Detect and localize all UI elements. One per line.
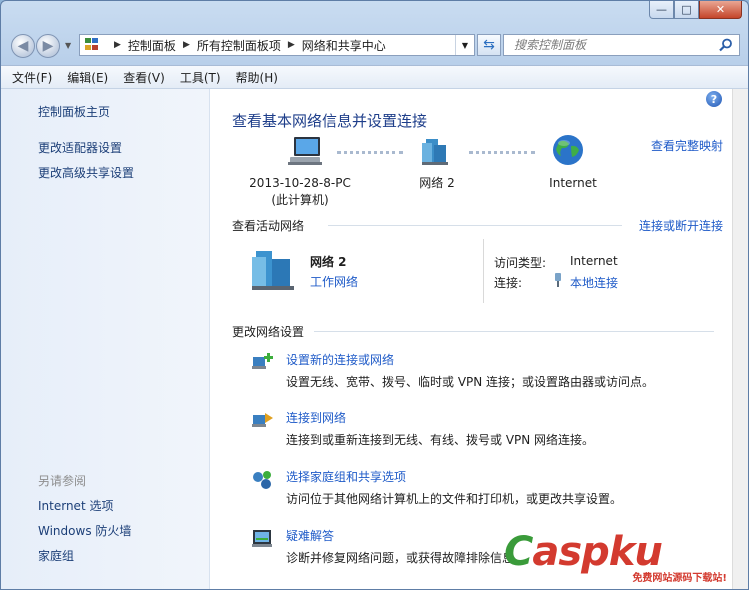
access-type-value: Internet — [570, 254, 618, 268]
view-full-map-link[interactable]: 查看完整映射 — [651, 137, 723, 154]
search-icon[interactable] — [718, 37, 734, 53]
network-location-link[interactable]: 工作网络 — [310, 273, 358, 290]
forward-button[interactable]: ▶ — [36, 34, 60, 58]
menu-view[interactable]: 查看(V) — [123, 69, 165, 86]
computer-icon — [288, 137, 322, 165]
navigation-bar: ◀ ▶ ▼ ▶ 控制面板 ▶ 所有控制面板项 ▶ 网络和共享中心 ▼ ⇆ 搜索控… — [9, 32, 740, 60]
task-homegroup-link[interactable]: 选择家庭组和共享选项 — [286, 468, 406, 485]
close-button[interactable]: ✕ — [699, 1, 742, 19]
arrow-left-icon: ◀ — [17, 38, 29, 54]
search-box — [503, 34, 740, 56]
connect-network-icon — [252, 413, 273, 427]
map-computer-label: 2013-10-28-8-PC (此计算机) — [242, 175, 358, 209]
new-connection-icon — [252, 353, 273, 369]
breadcrumb-control-panel[interactable]: 控制面板 — [128, 37, 176, 54]
sidebar-link-advanced-sharing[interactable]: 更改高级共享设置 — [38, 164, 134, 181]
chevron-right-icon[interactable]: ▶ — [183, 40, 190, 50]
computer-name: 2013-10-28-8-PC — [249, 176, 351, 190]
search-input[interactable] — [512, 37, 716, 53]
troubleshoot-icon — [252, 530, 272, 547]
task-setup-connection-desc: 设置无线、宽带、拨号、临时或 VPN 连接；或设置路由器或访问点。 — [286, 375, 655, 389]
address-bar[interactable]: ▶ 控制面板 ▶ 所有控制面板项 ▶ 网络和共享中心 ▼ — [79, 34, 475, 56]
menu-bar: 文件(F) 编辑(E) 查看(V) 工具(T) 帮助(H) — [1, 65, 748, 89]
breadcrumb-network-center[interactable]: 网络和共享中心 — [302, 37, 386, 54]
vertical-scrollbar[interactable] — [732, 89, 748, 589]
see-also-firewall[interactable]: Windows 防火墙 — [38, 522, 131, 539]
internet-globe-icon — [553, 135, 583, 165]
network-icon — [422, 139, 448, 165]
chevron-right-icon[interactable]: ▶ — [288, 40, 295, 50]
map-connector — [337, 151, 403, 154]
sidebar-link-adapter[interactable]: 更改适配器设置 — [38, 139, 122, 156]
change-settings-heading: 更改网络设置 — [232, 325, 305, 339]
task-connect-network-desc: 连接到或重新连接到无线、有线、拨号或 VPN 网络连接。 — [286, 433, 595, 447]
back-button[interactable]: ◀ — [11, 34, 35, 58]
address-history-dropdown[interactable]: ▼ — [455, 35, 474, 55]
watermark-subtext: 免费网站源码下载站! — [632, 573, 727, 584]
sidebar-link-home[interactable]: 控制面板主页 — [38, 103, 110, 120]
active-network-name: 网络 2 — [310, 255, 347, 269]
help-icon: ? — [706, 91, 722, 107]
map-network-label: 网络 2 — [419, 176, 455, 190]
local-connection-link[interactable]: 本地连接 — [570, 274, 618, 291]
page-title: 查看基本网络信息并设置连接 — [232, 112, 428, 130]
task-connect-network-link[interactable]: 连接到网络 — [286, 409, 346, 426]
refresh-icon: ⇆ — [483, 37, 495, 53]
maximize-button[interactable]: □ — [674, 1, 699, 19]
main-content: 查看基本网络信息并设置连接 查看完整映射 2013-10-28-8-PC (此计… — [210, 89, 733, 589]
task-setup-connection-link[interactable]: 设置新的连接或网络 — [286, 351, 394, 368]
help-button[interactable]: ? — [706, 91, 722, 107]
site-watermark: Caspku 免费网站源码下载站! — [498, 527, 733, 589]
breadcrumb: ▶ 控制面板 ▶ 所有控制面板项 ▶ 网络和共享中心 — [107, 37, 386, 54]
homegroup-icon — [253, 471, 271, 489]
ethernet-icon — [555, 273, 561, 287]
computer-note: (此计算机) — [271, 193, 329, 207]
minimize-button[interactable]: — — [649, 1, 674, 19]
section-divider — [328, 225, 622, 226]
see-also-homegroup[interactable]: 家庭组 — [38, 547, 74, 564]
breadcrumb-all-items[interactable]: 所有控制面板项 — [197, 37, 281, 54]
active-networks-heading: 查看活动网络 — [232, 219, 305, 233]
access-type-label: 访问类型: — [494, 256, 547, 270]
control-panel-icon — [85, 38, 101, 52]
menu-tools[interactable]: 工具(T) — [180, 69, 221, 86]
map-connector — [469, 151, 535, 154]
active-network-icon — [252, 251, 294, 290]
map-internet-label: Internet — [549, 176, 597, 190]
task-troubleshoot-link[interactable]: 疑难解答 — [286, 527, 334, 544]
refresh-button[interactable]: ⇆ — [477, 34, 501, 56]
chevron-right-icon: ▶ — [114, 40, 121, 50]
recent-pages-dropdown[interactable]: ▼ — [65, 41, 71, 50]
task-troubleshoot-desc: 诊断并修复网络问题，或获得故障排除信息。 — [286, 551, 527, 565]
menu-help[interactable]: 帮助(H) — [236, 69, 278, 86]
vertical-divider — [483, 239, 484, 303]
arrow-right-icon: ▶ — [42, 38, 54, 54]
caption-buttons: — □ ✕ — [649, 1, 742, 19]
menu-file[interactable]: 文件(F) — [12, 69, 52, 86]
sidebar: 控制面板主页 更改适配器设置 更改高级共享设置 另请参阅 Internet 选项… — [1, 89, 210, 589]
connections-label: 连接: — [494, 276, 523, 290]
task-homegroup-desc: 访问位于其他网络计算机上的文件和打印机，或更改共享设置。 — [286, 492, 623, 506]
section-divider — [314, 331, 714, 332]
menu-edit[interactable]: 编辑(E) — [67, 69, 108, 86]
see-also-internet-options[interactable]: Internet 选项 — [38, 497, 113, 514]
connect-disconnect-link[interactable]: 连接或断开连接 — [639, 217, 723, 234]
see-also-heading: 另请参阅 — [38, 474, 87, 488]
control-panel-window: — □ ✕ ◀ ▶ ▼ ▶ 控制面板 ▶ 所有控制面板项 ▶ 网络和共享中心 ▼… — [0, 0, 749, 590]
